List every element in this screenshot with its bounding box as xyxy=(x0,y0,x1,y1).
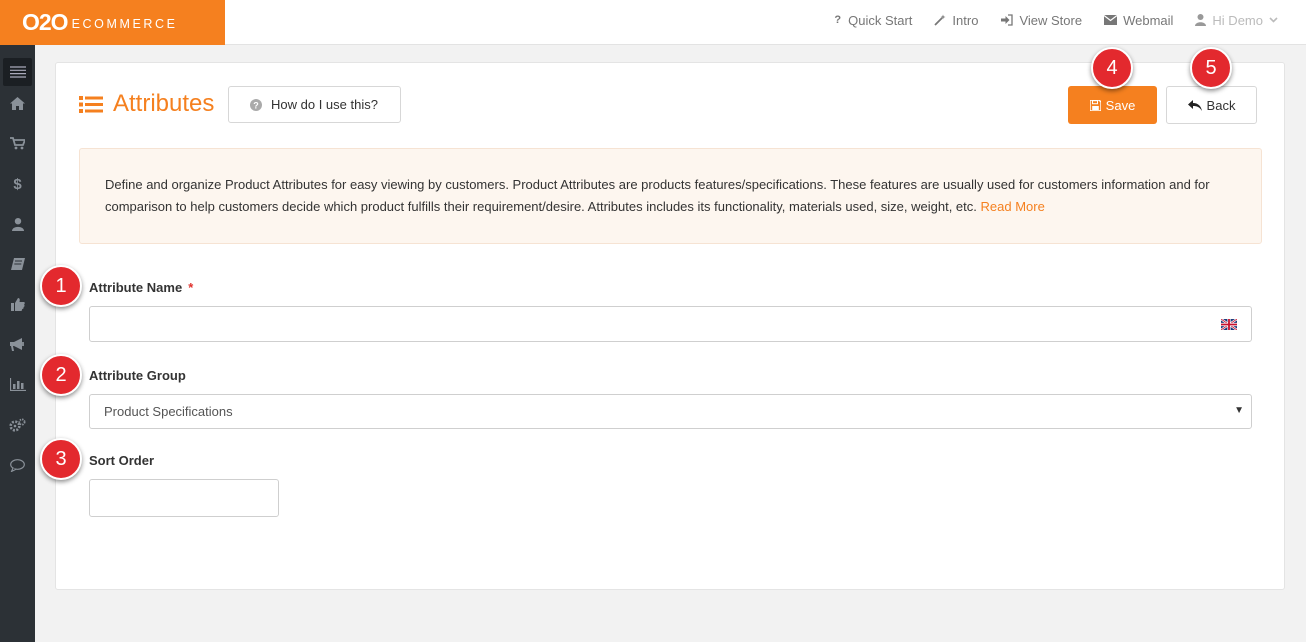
comment-icon xyxy=(10,458,25,472)
list-icon xyxy=(79,95,103,113)
menu-icon xyxy=(9,66,26,78)
sidebar-item-marketing[interactable] xyxy=(3,330,32,358)
sidebar-item-reports[interactable] xyxy=(3,370,32,398)
logo-mark: O2O xyxy=(22,9,69,35)
callout-3: 3 xyxy=(40,438,82,480)
sidebar: $ xyxy=(0,45,35,642)
logo-text: ECOMMERCE xyxy=(71,17,178,31)
attribute-name-input[interactable] xyxy=(89,306,1252,342)
floppy-disk-icon xyxy=(1089,99,1101,111)
quick-start-link[interactable]: ? Quick Start xyxy=(834,13,912,28)
sidebar-item-settings[interactable] xyxy=(3,411,32,439)
webmail-label: Webmail xyxy=(1123,12,1174,28)
svg-text:?: ? xyxy=(253,100,259,110)
envelope-icon xyxy=(1104,15,1118,25)
user-icon xyxy=(11,217,24,231)
intro-link[interactable]: Intro xyxy=(934,13,978,28)
info-box: Define and organize Product Attributes f… xyxy=(79,148,1262,244)
read-more-link[interactable]: Read More xyxy=(981,199,1045,214)
home-icon xyxy=(10,96,25,110)
quick-start-label: Quick Start xyxy=(848,12,913,28)
attribute-name-label: Attribute Name * xyxy=(89,280,193,295)
megaphone-icon xyxy=(10,337,24,351)
sidebar-item-catalog[interactable] xyxy=(3,250,32,278)
reply-icon xyxy=(1187,99,1202,111)
caret-down-icon: ▼ xyxy=(1234,405,1244,416)
sort-order-input[interactable] xyxy=(89,479,279,517)
callout-1: 1 xyxy=(40,265,82,307)
sidebar-item-customers[interactable] xyxy=(3,210,32,238)
question-icon: ? xyxy=(834,14,842,26)
save-button-label: Save xyxy=(1105,97,1136,113)
attribute-name-label-text: Attribute Name xyxy=(89,280,183,295)
sidebar-item-orders[interactable] xyxy=(3,129,32,157)
book-icon xyxy=(10,258,25,270)
sidebar-item-sales[interactable]: $ xyxy=(3,170,32,198)
magic-wand-icon xyxy=(934,14,946,26)
user-menu[interactable]: Hi Demo xyxy=(1195,13,1278,28)
user-icon xyxy=(1195,14,1207,26)
thumbs-up-icon xyxy=(10,297,25,311)
uk-flag-icon[interactable] xyxy=(1221,319,1237,330)
gears-icon xyxy=(9,418,26,432)
user-name: Hi Demo xyxy=(1212,12,1263,28)
required-mark: * xyxy=(188,280,194,295)
attribute-group-label: Attribute Group xyxy=(89,368,186,383)
help-button[interactable]: ? How do I use this? xyxy=(228,86,401,123)
view-store-label: View Store xyxy=(1019,12,1083,28)
logo[interactable]: O2O ECOMMERCE xyxy=(0,0,225,45)
bar-chart-icon xyxy=(9,377,26,391)
callout-4: 4 xyxy=(1091,47,1133,89)
sidebar-item-home[interactable] xyxy=(3,89,32,117)
page-title: Attributes xyxy=(113,90,215,117)
attribute-group-select[interactable]: Product Specifications ▼ xyxy=(89,394,1252,429)
sidebar-item-messages[interactable] xyxy=(3,451,32,479)
save-button[interactable]: Save xyxy=(1068,86,1157,124)
sign-in-icon xyxy=(1001,14,1014,26)
dollar-icon: $ xyxy=(13,175,22,193)
intro-label: Intro xyxy=(952,12,979,28)
help-button-label: How do I use this? xyxy=(271,97,378,112)
cart-icon xyxy=(10,136,25,149)
question-circle-icon: ? xyxy=(250,98,262,111)
top-nav: ? Quick Start Intro View Store Webmail H… xyxy=(812,0,1278,40)
chevron-down-icon xyxy=(1269,17,1278,23)
back-button-label: Back xyxy=(1206,97,1236,113)
sidebar-item-reviews[interactable] xyxy=(3,290,32,318)
page-header: Attributes xyxy=(79,90,214,118)
top-bar: O2O ECOMMERCE ? Quick Start Intro View S… xyxy=(0,0,1306,45)
callout-5: 5 xyxy=(1190,47,1232,89)
sidebar-menu-toggle[interactable] xyxy=(3,58,32,86)
back-button[interactable]: Back xyxy=(1166,86,1257,124)
view-store-link[interactable]: View Store xyxy=(1000,13,1082,28)
webmail-link[interactable]: Webmail xyxy=(1104,13,1173,28)
sort-order-label: Sort Order xyxy=(89,453,155,468)
callout-2: 2 xyxy=(40,354,82,396)
attribute-group-value: Product Specifications xyxy=(104,404,233,419)
